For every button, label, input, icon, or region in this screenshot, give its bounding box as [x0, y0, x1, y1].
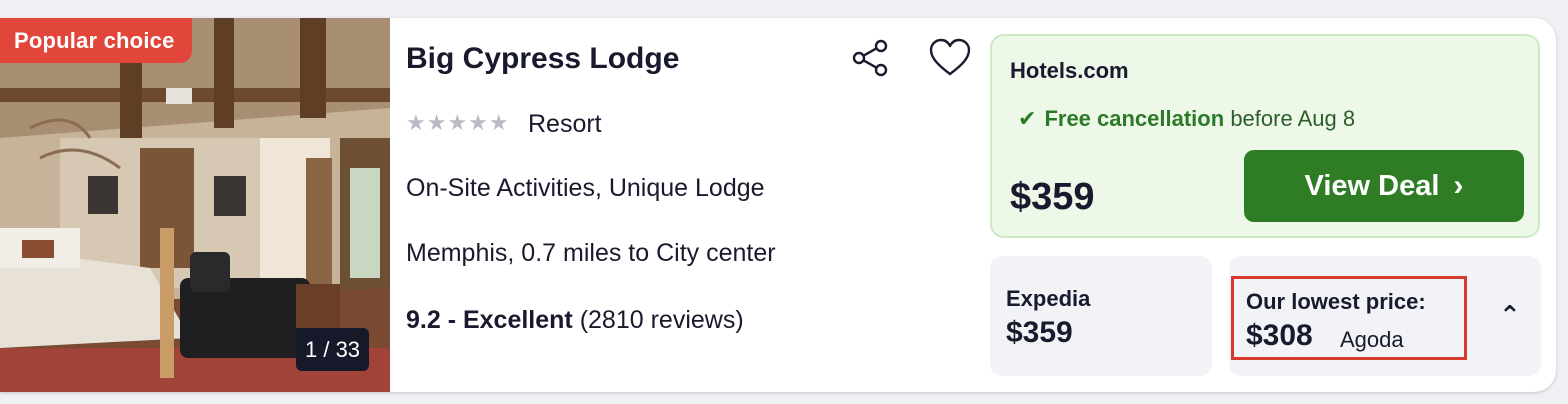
lowest-price-provider: Agoda — [1340, 327, 1404, 352]
star-rating: ★★★★★ — [406, 110, 510, 135]
offer-provider: Expedia — [1006, 286, 1091, 311]
lowest-price-highlight: Our lowest price: $308 Agoda — [1231, 276, 1467, 360]
cancel-deadline: before Aug 8 — [1230, 106, 1356, 131]
cancel-label: Free cancellation — [1044, 106, 1225, 131]
offer-expedia[interactable]: Expedia $359 — [990, 256, 1212, 376]
lowest-price-label: Our lowest price: — [1246, 289, 1426, 314]
deal-price: $359 — [1010, 176, 1095, 218]
review-count: (2810 reviews) — [579, 306, 744, 334]
offer-lowest[interactable]: Our lowest price: $308 Agoda ⌃ — [1229, 256, 1541, 376]
rating-score: 9.2 - Excellent — [406, 306, 573, 334]
featured-deal: Hotels.com ✔ Free cancellation before Aug… — [990, 34, 1540, 238]
hotel-info: Big Cypress Lodge ★★★★★ Resort On-Site A… — [406, 18, 976, 392]
free-cancellation: ✔ Free cancellation before Aug 8 — [1018, 106, 1355, 132]
deal-provider: Hotels.com — [1010, 58, 1129, 83]
check-icon: ✔ — [1018, 106, 1037, 131]
offer-price: $359 — [1006, 316, 1073, 349]
property-type: Resort — [528, 110, 602, 138]
location: Memphis, 0.7 miles to City center — [406, 239, 776, 267]
popular-choice-badge: Popular choice — [0, 18, 192, 63]
guest-rating: 9.2 - Excellent (2810 reviews) — [406, 306, 744, 335]
view-deal-label: View Deal — [1304, 169, 1440, 202]
hotel-photo[interactable]: Popular choice 1 / 33 — [0, 18, 390, 392]
chevron-up-icon[interactable]: ⌃ — [1499, 300, 1521, 331]
lowest-price: $308 — [1246, 319, 1313, 352]
share-icon[interactable] — [850, 38, 890, 78]
photo-counter: 1 / 33 — [296, 328, 370, 371]
view-deal-button[interactable]: View Deal › — [1244, 150, 1524, 222]
amenities: On-Site Activities, Unique Lodge — [406, 174, 765, 202]
heart-icon[interactable] — [928, 38, 972, 78]
hotel-card: Popular choice 1 / 33 Big Cypress Lodge … — [0, 18, 1556, 392]
chevron-right-icon: › — [1453, 169, 1464, 202]
hotel-name[interactable]: Big Cypress Lodge — [406, 42, 679, 76]
